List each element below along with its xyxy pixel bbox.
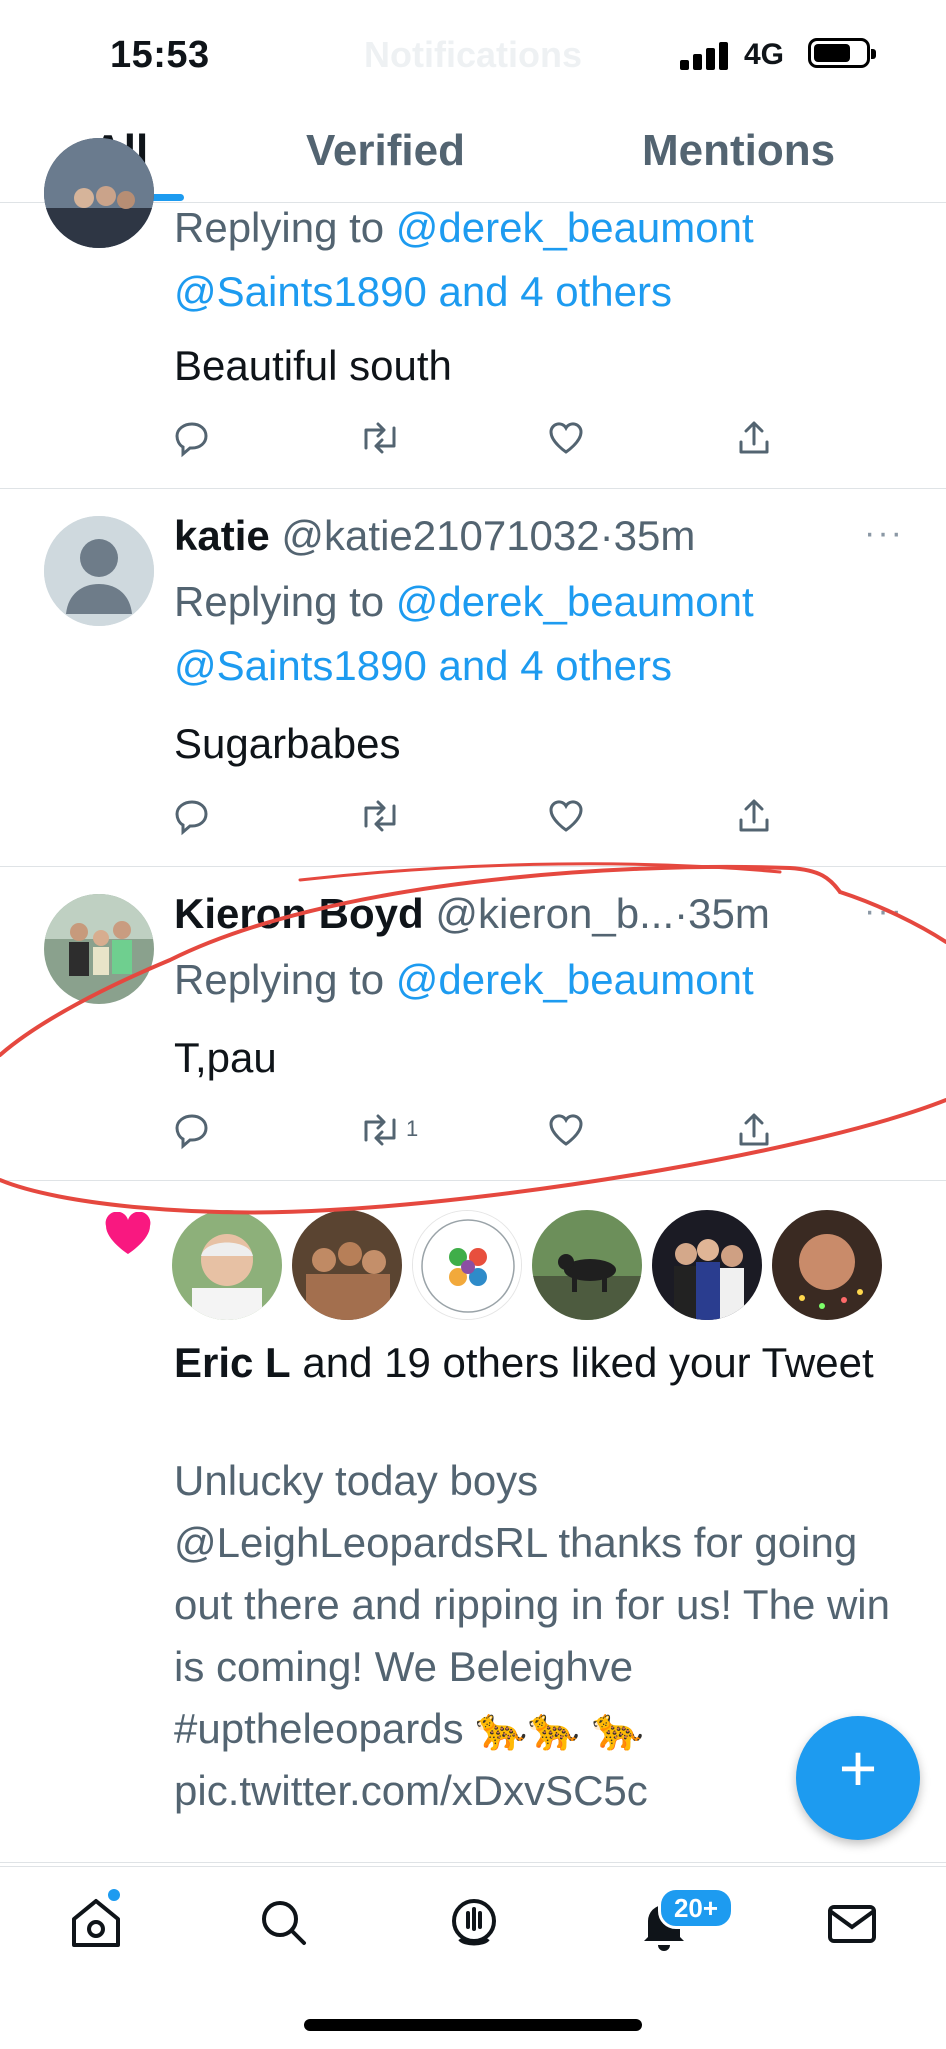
mention-others-link[interactable]: @Saints1890 and 4 others xyxy=(174,260,672,324)
signal-icon xyxy=(680,38,732,70)
avatar[interactable] xyxy=(44,516,154,626)
reply-icon[interactable] xyxy=(172,796,212,836)
retweet-button[interactable]: 1 xyxy=(358,1110,448,1150)
reply-icon[interactable] xyxy=(172,418,212,458)
avatar[interactable] xyxy=(44,894,154,1004)
compose-plus-icon: + xyxy=(838,1731,878,1805)
tweet-text: Sugarbabes xyxy=(174,720,401,767)
liker-avatar[interactable] xyxy=(772,1210,882,1320)
bottom-navigation: 20+ xyxy=(0,1866,946,2049)
tweet-header: Kieron Boyd @kieron_b...·35m xyxy=(174,890,770,938)
retweet-count: 1 xyxy=(406,1116,419,1141)
home-icon[interactable] xyxy=(66,1893,126,1953)
heart-icon xyxy=(105,1212,151,1254)
mention-others-link[interactable]: @Saints1890 and 4 others xyxy=(174,634,672,698)
like-icon[interactable] xyxy=(546,1110,586,1150)
search-icon[interactable] xyxy=(254,1893,314,1953)
handle[interactable]: @kieron_b... xyxy=(435,890,674,937)
tweet-reply[interactable]: Replying to @derek_beaumont @Saints1890 … xyxy=(0,138,946,489)
handle[interactable]: @katie21071032 xyxy=(281,512,599,559)
spaces-icon[interactable] xyxy=(444,1893,504,1953)
more-options-icon[interactable]: ··· xyxy=(864,514,904,553)
replying-to: Replying to @derek_beaumont xyxy=(174,578,754,625)
tweet-reply[interactable]: Kieron Boyd @kieron_b...·35m ··· Replyin… xyxy=(0,866,946,1181)
more-options-icon[interactable]: ··· xyxy=(864,892,904,931)
avatar[interactable] xyxy=(44,138,154,248)
tab-mentions[interactable]: Mentions xyxy=(642,126,835,176)
notifications-badge: 20+ xyxy=(658,1887,734,1929)
reply-icon[interactable] xyxy=(172,1110,212,1150)
network-type: 4G xyxy=(744,38,785,71)
battery-icon xyxy=(808,38,876,68)
mention-link[interactable]: @derek_beaumont xyxy=(396,578,754,625)
display-name[interactable]: katie xyxy=(174,512,270,559)
tweet-reply[interactable]: katie @katie21071032·35m ··· Replying to… xyxy=(0,488,946,867)
tweet-actions xyxy=(172,418,772,458)
tweet-text: Beautiful south xyxy=(174,342,452,389)
home-unread-dot xyxy=(108,1889,120,1901)
timestamp: ·35m xyxy=(599,512,696,559)
share-icon[interactable] xyxy=(734,796,774,836)
mention-link[interactable]: @derek_beaumont xyxy=(396,956,754,1003)
timestamp: ·35m xyxy=(674,890,770,937)
tweet-text: T,pau xyxy=(174,1034,277,1081)
liked-tweet-text: Unlucky today boys @LeighLeopardsRL than… xyxy=(174,1457,890,1814)
liker-avatar[interactable] xyxy=(412,1210,522,1320)
status-bar: Notifications 15:53 4G xyxy=(0,0,946,112)
retweet-icon xyxy=(364,1114,396,1146)
liker-avatar[interactable] xyxy=(652,1210,762,1320)
mention-link[interactable]: @derek_beaumont xyxy=(396,204,754,251)
tweet-header: katie @katie21071032·35m xyxy=(174,512,695,560)
tweet-actions: 1 xyxy=(172,1110,772,1150)
status-time: 15:53 xyxy=(110,34,210,76)
share-icon[interactable] xyxy=(734,1110,774,1150)
liker-name[interactable]: Eric L xyxy=(174,1339,291,1386)
liker-avatar[interactable] xyxy=(532,1210,642,1320)
tweet-actions xyxy=(172,796,772,836)
retweet-icon[interactable] xyxy=(358,418,402,458)
share-icon[interactable] xyxy=(734,418,774,458)
retweet-icon[interactable] xyxy=(358,796,402,836)
like-summary: Eric L and 19 others liked your Tweet xyxy=(174,1339,874,1386)
display-name[interactable]: Kieron Boyd xyxy=(174,890,424,937)
like-icon[interactable] xyxy=(546,796,586,836)
replying-to: Replying to @derek_beaumont xyxy=(174,204,754,251)
liker-avatar[interactable] xyxy=(172,1210,282,1320)
messages-icon[interactable] xyxy=(822,1893,882,1953)
liker-avatar[interactable] xyxy=(292,1210,402,1320)
replying-to: Replying to @derek_beaumont xyxy=(174,956,754,1003)
tab-verified[interactable]: Verified xyxy=(306,126,465,176)
like-icon[interactable] xyxy=(546,418,586,458)
compose-tweet-button[interactable]: + xyxy=(796,1716,920,1840)
divider xyxy=(0,1862,946,1863)
home-indicator xyxy=(304,2019,642,2031)
